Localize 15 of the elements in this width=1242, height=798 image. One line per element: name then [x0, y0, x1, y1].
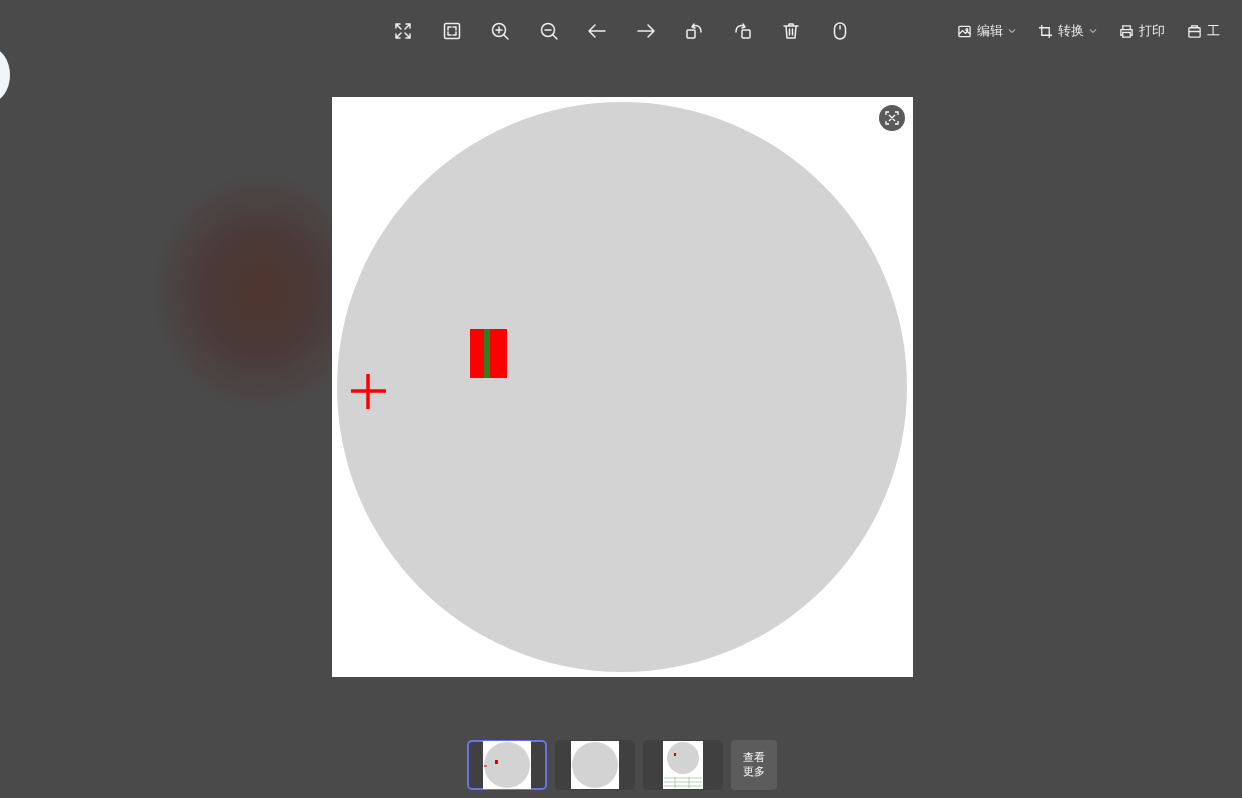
- view-more-button[interactable]: 查看更多: [731, 740, 777, 790]
- toolbox-icon: [1187, 23, 1202, 39]
- menu-button[interactable]: 转换: [1038, 20, 1097, 42]
- thumbnail[interactable]: [643, 740, 723, 790]
- menu-button[interactable]: 打印: [1119, 20, 1165, 42]
- crop-icon: [1038, 23, 1053, 39]
- scan-icon: [883, 110, 900, 126]
- thumbnail[interactable]: [555, 740, 635, 790]
- thumbnail[interactable]: [467, 740, 547, 790]
- caret-icon: [1008, 27, 1016, 35]
- printer-icon: [1119, 23, 1134, 39]
- menu-button[interactable]: 工: [1187, 20, 1220, 42]
- image-edit-icon: [957, 23, 972, 39]
- menu-button[interactable]: 编辑: [957, 20, 1016, 42]
- caret-icon: [1089, 27, 1097, 35]
